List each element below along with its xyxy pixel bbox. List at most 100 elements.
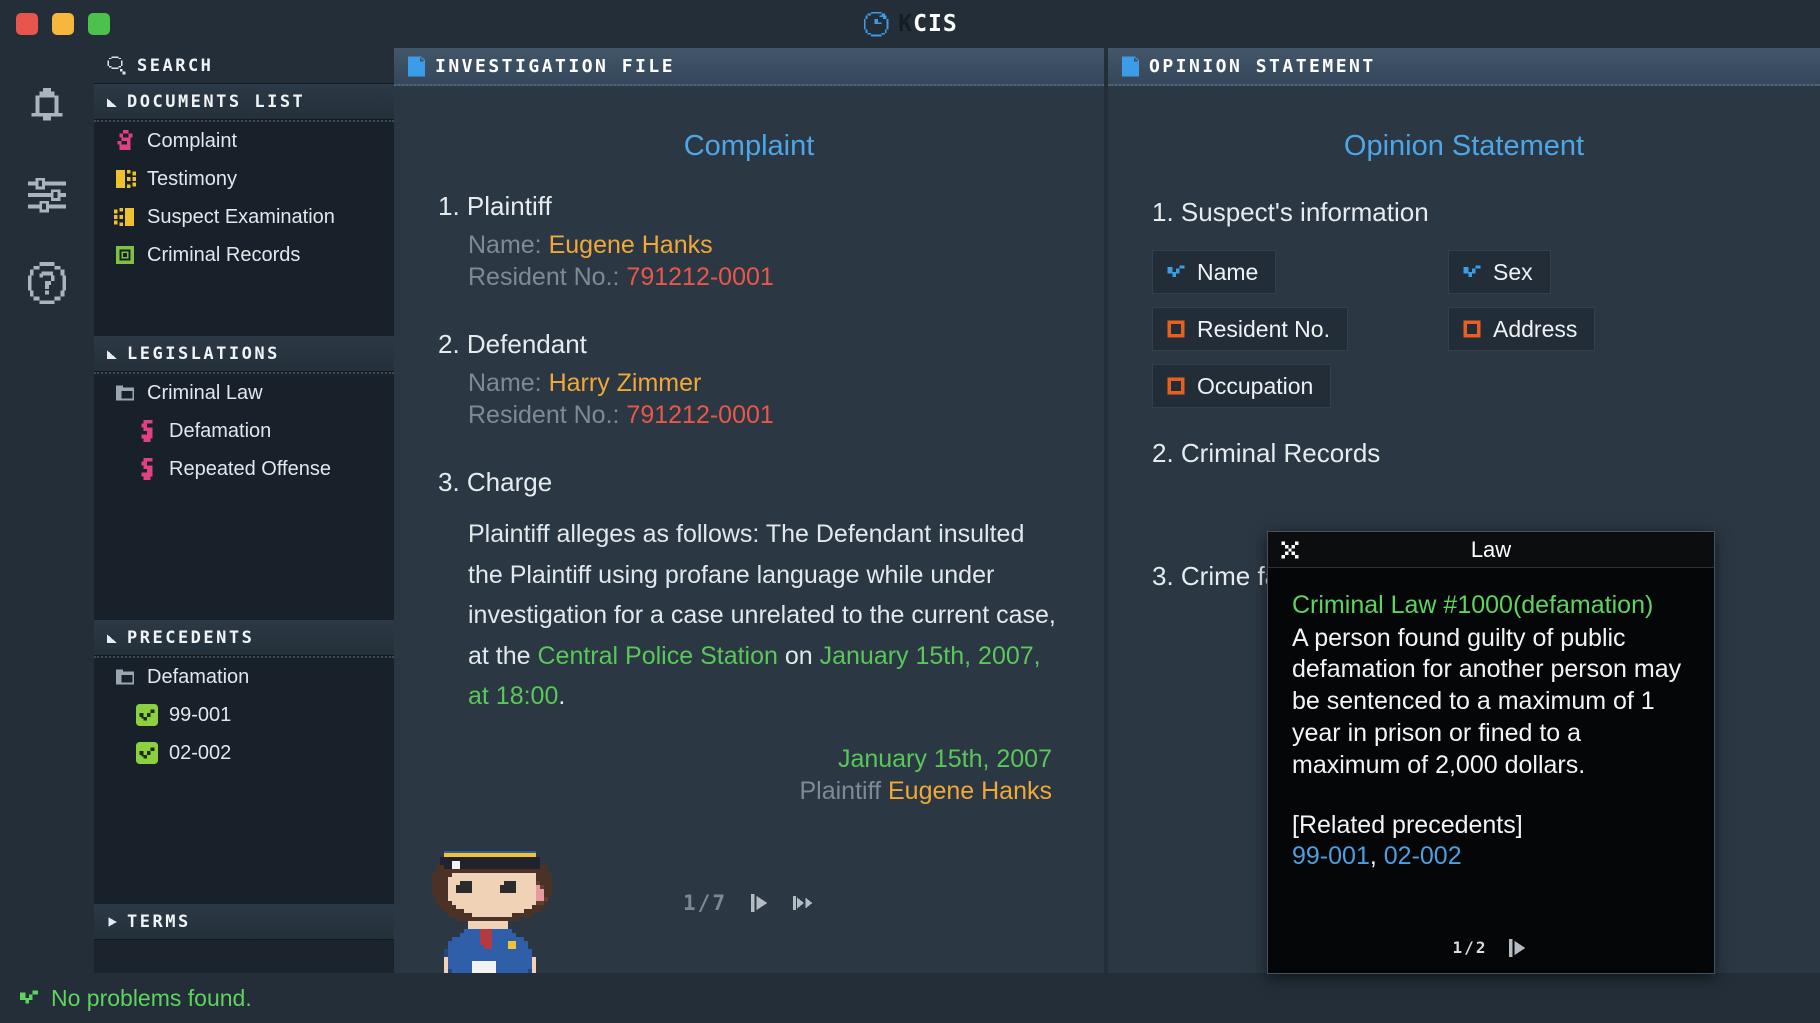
sidebar-item-suspect-examination[interactable]: Suspect Examination — [94, 198, 394, 236]
chip-sex[interactable]: Sex — [1448, 250, 1551, 294]
play-next-icon[interactable] — [1507, 939, 1529, 957]
investigation-file-panel: INVESTIGATION FILE Complaint 1. Plaintif… — [394, 48, 1104, 973]
check-icon — [1166, 262, 1186, 282]
plaintiff-name-value[interactable]: Eugene Hanks — [549, 231, 713, 259]
caret-down-icon — [106, 96, 118, 108]
skip-last-icon[interactable] — [793, 894, 815, 912]
sidebar-item-repeated-offense[interactable]: Repeated Offense — [94, 450, 394, 488]
sidebar-section-label: PRECEDENTS — [127, 628, 254, 648]
caret-down-icon — [106, 632, 118, 644]
search-bar[interactable]: SEARCH — [94, 48, 394, 84]
search-icon — [106, 55, 128, 77]
section-heading-defendant: 2. Defendant — [438, 329, 1060, 360]
sidebar-item-criminal-records[interactable]: Criminal Records — [94, 236, 394, 274]
related-precedent-link[interactable]: 99-001 — [1292, 842, 1370, 870]
sidebar-section-body-precedents: Defamation 99-001 — [94, 656, 394, 904]
opinion-statement-header: OPINION STATEMENT — [1108, 48, 1820, 86]
sidebar-item-label: Defamation — [147, 666, 249, 689]
law-popup-pager: 1/2 — [1268, 938, 1714, 957]
signature-role: Plaintiff — [800, 777, 882, 805]
sidebar-item-label: Repeated Offense — [169, 458, 331, 481]
chip-label: Sex — [1493, 259, 1533, 286]
chip-label: Name — [1197, 259, 1258, 286]
precedent-check-icon — [136, 704, 158, 726]
sidebar-item-label: Criminal Law — [147, 382, 263, 405]
close-x-icon[interactable] — [1280, 540, 1300, 560]
sidebar-item-label: Suspect Examination — [147, 206, 335, 229]
law-popup-title: Law — [1471, 537, 1511, 563]
suspect-examination-icon — [114, 206, 136, 228]
sidebar-item-precedent-99-001[interactable]: 99-001 — [94, 696, 394, 734]
play-next-icon[interactable] — [749, 894, 771, 912]
sidebar-item-defamation-folder[interactable]: Defamation — [94, 658, 394, 696]
investigation-file-body: Complaint 1. Plaintiff Name: Eugene Hank… — [394, 86, 1104, 973]
sidebar-item-complaint[interactable]: Complaint — [94, 122, 394, 160]
sidebar: SEARCH DOCUMENTS LIST Complaint — [94, 48, 394, 973]
status-text: No problems found. — [51, 985, 252, 1012]
law-text: A person found guilty of public defamati… — [1292, 623, 1690, 782]
chip-name[interactable]: Name — [1152, 250, 1276, 294]
law-popup: Law Criminal Law #1000(defamation) A per… — [1267, 531, 1715, 974]
folder-icon — [114, 382, 136, 404]
chip-label: Resident No. — [1197, 316, 1330, 343]
window-maximize-button[interactable] — [88, 13, 110, 35]
sidebar-section-header-legislations[interactable]: LEGISLATIONS — [94, 336, 394, 372]
search-label: SEARCH — [137, 56, 213, 76]
defendant-name-value[interactable]: Harry Zimmer — [549, 369, 702, 397]
plaintiff-name-row: Name: Eugene Hanks — [438, 230, 1060, 262]
chip-resident-no[interactable]: Resident No. — [1152, 307, 1348, 351]
check-icon — [18, 987, 40, 1009]
sliders-icon[interactable] — [24, 172, 70, 218]
help-circle-icon[interactable] — [24, 260, 70, 306]
document-signature: January 15th, 2007 Plaintiff Eugene Hank… — [438, 743, 1060, 808]
defendant-name-row: Name: Harry Zimmer — [438, 368, 1060, 400]
chip-address[interactable]: Address — [1448, 307, 1595, 351]
defendant-rrn-value[interactable]: 791212-0001 — [626, 401, 773, 429]
sidebar-section-header-terms[interactable]: TERMS — [94, 904, 394, 940]
charge-place[interactable]: Central Police Station — [538, 642, 778, 670]
defendant-rrn-row: Resident No.: 791212-0001 — [438, 400, 1060, 432]
related-precedent-link[interactable]: 02-002 — [1384, 842, 1462, 870]
defendant-name-label: Name: — [468, 369, 542, 397]
document-title: Complaint — [438, 130, 1060, 163]
defendant-rrn-label: Resident No.: — [468, 401, 619, 429]
sidebar-item-defamation-law[interactable]: Defamation — [94, 412, 394, 450]
charge-text-part-2: on — [778, 642, 820, 670]
related-precedent-separator: , — [1370, 842, 1384, 870]
precedent-check-icon — [136, 742, 158, 764]
bell-icon[interactable] — [24, 84, 70, 130]
page-indicator: 1/7 — [683, 891, 727, 915]
icon-rail — [0, 48, 94, 1023]
plaintiff-rrn-row: Resident No.: 791212-0001 — [438, 262, 1060, 294]
sidebar-section-label: TERMS — [127, 912, 191, 932]
document-title: Opinion Statement — [1152, 130, 1776, 163]
window-minimize-button[interactable] — [52, 13, 74, 35]
signature-date: January 15th, 2007 — [438, 743, 1052, 776]
window-close-button[interactable] — [16, 13, 38, 35]
charge-paragraph: Plaintiff alleges as follows: The Defend… — [438, 514, 1060, 717]
sidebar-section-header-documents-list[interactable]: DOCUMENTS LIST — [94, 84, 394, 120]
law-section-icon — [136, 420, 158, 442]
square-icon — [1462, 319, 1482, 339]
sidebar-section-header-precedents[interactable]: PRECEDENTS — [94, 620, 394, 656]
sidebar-section-label: DOCUMENTS LIST — [127, 92, 305, 112]
square-icon — [1166, 319, 1186, 339]
sidebar-section-label: LEGISLATIONS — [127, 344, 280, 364]
check-icon — [1462, 262, 1482, 282]
plaintiff-rrn-value[interactable]: 791212-0001 — [626, 263, 773, 291]
law-heading: Criminal Law #1000(defamation) — [1292, 590, 1690, 621]
sidebar-item-testimony[interactable]: Testimony — [94, 160, 394, 198]
charge-text-part-3: . — [558, 682, 565, 710]
title-bar — [0, 0, 1820, 48]
folder-icon — [114, 666, 136, 688]
section-heading-criminal-records: 2. Criminal Records — [1152, 438, 1776, 469]
caret-right-icon — [106, 916, 118, 928]
section-heading-charge: 3. Charge — [438, 467, 1060, 498]
panel-title: OPINION STATEMENT — [1149, 56, 1376, 77]
sidebar-item-label: Criminal Records — [147, 244, 300, 267]
law-popup-header: Law — [1268, 532, 1714, 568]
sidebar-item-criminal-law[interactable]: Criminal Law — [94, 374, 394, 412]
sidebar-item-precedent-02-002[interactable]: 02-002 — [94, 734, 394, 772]
sidebar-item-label: Testimony — [147, 168, 237, 191]
chip-occupation[interactable]: Occupation — [1152, 364, 1331, 408]
